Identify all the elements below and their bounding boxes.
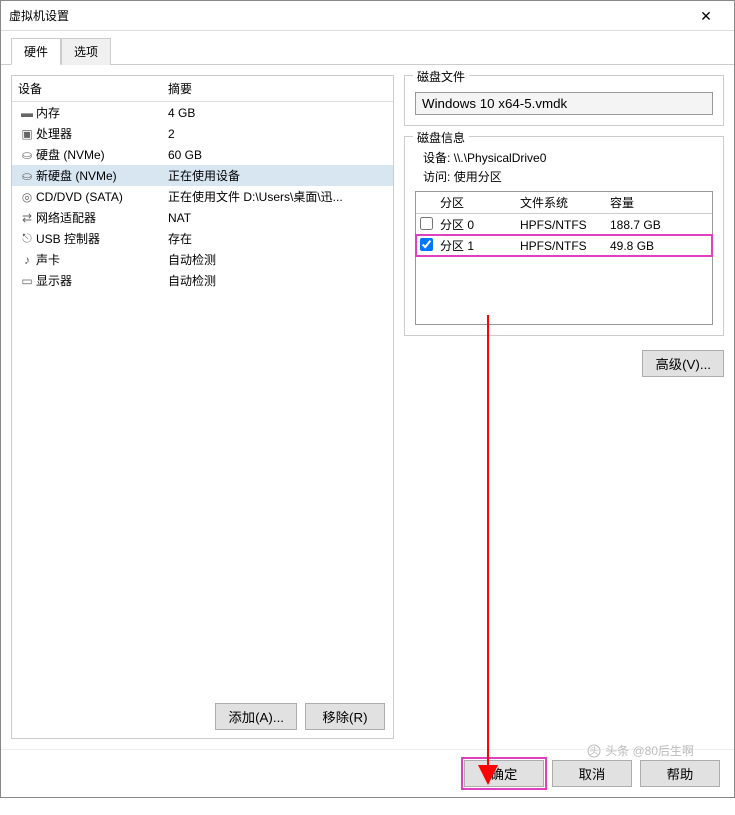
device-name: 处理器 bbox=[36, 125, 168, 142]
device-summary: 正在使用文件 D:\Users\桌面\迅... bbox=[168, 188, 387, 205]
device-row[interactable]: ⛀硬盘 (NVMe)60 GB bbox=[12, 144, 393, 165]
device-summary: 4 GB bbox=[168, 106, 387, 120]
advanced-button[interactable]: 高级(V)... bbox=[642, 350, 724, 377]
partition-fs: HPFS/NTFS bbox=[520, 239, 610, 253]
col-filesystem: 文件系统 bbox=[520, 194, 610, 211]
device-summary: 正在使用设备 bbox=[168, 167, 387, 184]
advanced-row: 高级(V)... bbox=[404, 346, 724, 381]
cpu-icon: ▣ bbox=[18, 127, 36, 141]
device-name: 新硬盘 (NVMe) bbox=[36, 167, 168, 184]
device-name: USB 控制器 bbox=[36, 230, 168, 247]
tab-strip: 硬件 选项 bbox=[1, 31, 734, 65]
col-capacity: 容量 bbox=[610, 194, 708, 211]
disk-icon: ⛀ bbox=[18, 169, 36, 183]
tab-options[interactable]: 选项 bbox=[61, 38, 111, 65]
partition-table: 分区 文件系统 容量 分区 0HPFS/NTFS188.7 GB分区 1HPFS… bbox=[415, 191, 713, 325]
access-value: 使用分区 bbox=[454, 170, 502, 184]
disk-file-group: 磁盘文件 bbox=[404, 75, 724, 126]
network-icon: ⇄ bbox=[18, 211, 36, 225]
tab-hardware[interactable]: 硬件 bbox=[11, 38, 61, 65]
ok-button[interactable]: 确定 bbox=[464, 760, 544, 787]
help-button[interactable]: 帮助 bbox=[640, 760, 720, 787]
partition-checkbox[interactable] bbox=[420, 217, 433, 230]
device-panel: 设备 摘要 ▬内存4 GB▣处理器2⛀硬盘 (NVMe)60 GB⛀新硬盘 (N… bbox=[11, 75, 394, 739]
device-label: 设备: bbox=[423, 151, 450, 165]
device-summary: 自动检测 bbox=[168, 272, 387, 289]
partition-checkbox[interactable] bbox=[420, 238, 433, 251]
partition-name: 分区 1 bbox=[440, 237, 520, 254]
partition-row[interactable]: 分区 0HPFS/NTFS188.7 GB bbox=[416, 214, 712, 235]
device-row[interactable]: ♪声卡自动检测 bbox=[12, 249, 393, 270]
usb-icon: ⎋ bbox=[18, 232, 36, 246]
device-row[interactable]: ⎋USB 控制器存在 bbox=[12, 228, 393, 249]
partition-cap: 188.7 GB bbox=[610, 218, 708, 232]
access-line: 访问: 使用分区 bbox=[423, 168, 713, 185]
device-summary: 自动检测 bbox=[168, 251, 387, 268]
display-icon: ▭ bbox=[18, 274, 36, 288]
device-row[interactable]: ▬内存4 GB bbox=[12, 102, 393, 123]
device-summary: 存在 bbox=[168, 230, 387, 247]
cancel-button[interactable]: 取消 bbox=[552, 760, 632, 787]
col-partition: 分区 bbox=[440, 194, 520, 211]
sound-icon: ♪ bbox=[18, 253, 36, 267]
partition-header: 分区 文件系统 容量 bbox=[416, 192, 712, 214]
device-name: 网络适配器 bbox=[36, 209, 168, 226]
partition-name: 分区 0 bbox=[440, 216, 520, 233]
device-line: 设备: \\.\PhysicalDrive0 bbox=[423, 149, 713, 166]
partition-fs: HPFS/NTFS bbox=[520, 218, 610, 232]
device-name: 内存 bbox=[36, 104, 168, 121]
add-button[interactable]: 添加(A)... bbox=[215, 703, 297, 730]
device-value: \\.\PhysicalDrive0 bbox=[454, 151, 547, 165]
vm-settings-window: 虚拟机设置 ✕ 硬件 选项 设备 摘要 ▬内存4 GB▣处理器2⛀硬盘 (NVM… bbox=[0, 0, 735, 798]
content-area: 设备 摘要 ▬内存4 GB▣处理器2⛀硬盘 (NVMe)60 GB⛀新硬盘 (N… bbox=[1, 65, 734, 749]
device-name: 显示器 bbox=[36, 272, 168, 289]
device-name: 硬盘 (NVMe) bbox=[36, 146, 168, 163]
device-row[interactable]: ◎CD/DVD (SATA)正在使用文件 D:\Users\桌面\迅... bbox=[12, 186, 393, 207]
device-name: CD/DVD (SATA) bbox=[36, 190, 168, 204]
disk-file-legend: 磁盘文件 bbox=[413, 68, 469, 85]
partition-cap: 49.8 GB bbox=[610, 239, 708, 253]
device-summary: 60 GB bbox=[168, 148, 387, 162]
detail-panel: 磁盘文件 磁盘信息 设备: \\.\PhysicalDrive0 访问: 使用分… bbox=[404, 75, 724, 739]
device-row[interactable]: ⇄网络适配器NAT bbox=[12, 207, 393, 228]
device-table-header: 设备 摘要 bbox=[12, 76, 393, 102]
disk-info-group: 磁盘信息 设备: \\.\PhysicalDrive0 访问: 使用分区 分区 … bbox=[404, 136, 724, 336]
access-label: 访问: bbox=[423, 170, 450, 184]
remove-button[interactable]: 移除(R) bbox=[305, 703, 385, 730]
device-row[interactable]: ⛀新硬盘 (NVMe)正在使用设备 bbox=[12, 165, 393, 186]
close-icon[interactable]: ✕ bbox=[686, 2, 726, 30]
memory-icon: ▬ bbox=[18, 106, 36, 120]
col-summary: 摘要 bbox=[168, 80, 387, 97]
partition-row[interactable]: 分区 1HPFS/NTFS49.8 GB bbox=[416, 235, 712, 256]
device-table: 设备 摘要 ▬内存4 GB▣处理器2⛀硬盘 (NVMe)60 GB⛀新硬盘 (N… bbox=[12, 76, 393, 695]
disk-icon: ⛀ bbox=[18, 148, 36, 162]
cd-icon: ◎ bbox=[18, 190, 36, 204]
titlebar: 虚拟机设置 ✕ bbox=[1, 1, 734, 31]
device-summary: 2 bbox=[168, 127, 387, 141]
device-name: 声卡 bbox=[36, 251, 168, 268]
device-row[interactable]: ▣处理器2 bbox=[12, 123, 393, 144]
disk-file-field[interactable] bbox=[415, 92, 713, 115]
device-buttons: 添加(A)... 移除(R) bbox=[12, 695, 393, 738]
device-summary: NAT bbox=[168, 211, 387, 225]
col-device: 设备 bbox=[18, 80, 168, 97]
disk-info-legend: 磁盘信息 bbox=[413, 129, 469, 146]
device-row[interactable]: ▭显示器自动检测 bbox=[12, 270, 393, 291]
dialog-footer: 确定 取消 帮助 bbox=[1, 749, 734, 797]
window-title: 虚拟机设置 bbox=[9, 7, 686, 24]
